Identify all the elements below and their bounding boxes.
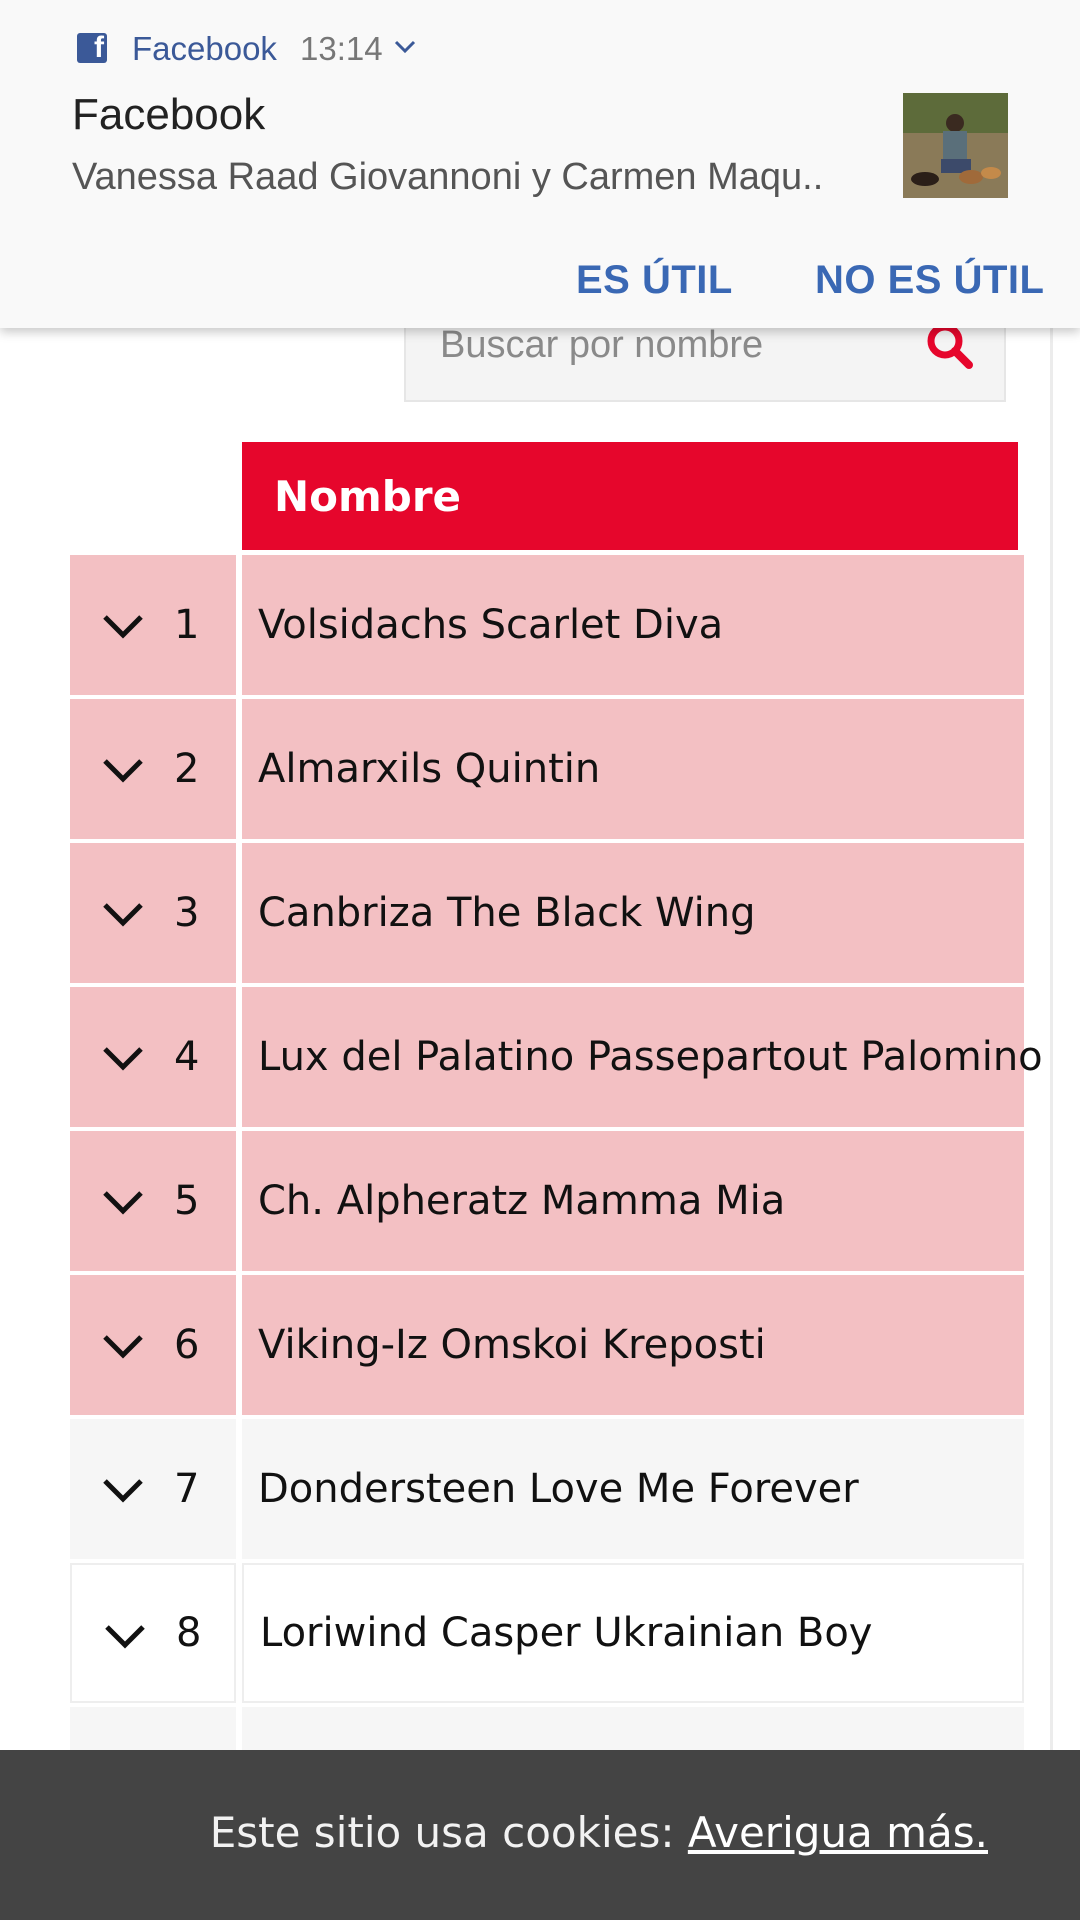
- row-number: 4: [174, 1034, 200, 1080]
- row-name: Viking-Iz Omskoi Kreposti: [242, 1275, 1024, 1415]
- row-number: 1: [174, 602, 200, 648]
- chevron-down-icon[interactable]: [100, 893, 146, 933]
- row-number: 5: [174, 1178, 200, 1224]
- table-row[interactable]: 6 Viking-Iz Omskoi Kreposti: [70, 1275, 1024, 1415]
- row-number-cell: 4: [70, 987, 236, 1127]
- row-number-cell: 8: [70, 1563, 236, 1703]
- table-row[interactable]: 4 Lux del Palatino Passepartout Palomino: [70, 987, 1043, 1127]
- chevron-down-icon[interactable]: [100, 1181, 146, 1221]
- row-number-cell: 5: [70, 1131, 236, 1271]
- row-name: Loriwind Casper Ukrainian Boy: [242, 1563, 1024, 1703]
- cookie-message: Este sitio usa cookies: Averigua más.: [210, 1808, 988, 1857]
- facebook-icon: f: [77, 31, 107, 64]
- notification-body: Vanessa Raad Giovannoni y Carmen Maqu..: [72, 156, 824, 198]
- notification-app-name: Facebook: [132, 30, 277, 67]
- row-name: Dondersteen Love Me Forever: [242, 1419, 1024, 1559]
- table-header-label: Nombre: [274, 471, 462, 521]
- table-row[interactable]: 7 Dondersteen Love Me Forever: [70, 1419, 1024, 1559]
- table-row[interactable]: 2 Almarxils Quintin: [70, 699, 1024, 839]
- row-number-cell: 3: [70, 843, 236, 983]
- row-name: Lux del Palatino Passepartout Palomino: [242, 987, 1043, 1127]
- facebook-notification[interactable]: f Facebook 13:14 Facebook Vanessa Raad G…: [0, 0, 1080, 328]
- table-row[interactable]: 1 Volsidachs Scarlet Diva: [70, 555, 1024, 695]
- notification-time: 13:14: [300, 30, 383, 67]
- table-row[interactable]: 3 Canbriza The Black Wing: [70, 843, 1024, 983]
- notification-title: Facebook: [72, 90, 266, 139]
- row-number: 2: [174, 746, 200, 792]
- chevron-down-icon[interactable]: [100, 1037, 146, 1077]
- row-number-cell: 1: [70, 555, 236, 695]
- not-useful-button[interactable]: NO ES ÚTIL: [815, 258, 1044, 303]
- useful-button[interactable]: ES ÚTIL: [576, 258, 733, 303]
- row-name: Ch. Alpheratz Mamma Mia: [242, 1131, 1024, 1271]
- page-divider: [1050, 320, 1053, 1760]
- row-number: 6: [174, 1322, 200, 1368]
- cookie-text: Este sitio usa cookies:: [209, 1808, 675, 1857]
- row-number: 7: [174, 1466, 200, 1512]
- chevron-down-icon[interactable]: [100, 1325, 146, 1365]
- row-name: Volsidachs Scarlet Diva: [242, 555, 1024, 695]
- cookie-learn-more-link[interactable]: Averigua más.: [688, 1808, 988, 1857]
- row-name: Almarxils Quintin: [242, 699, 1024, 839]
- chevron-down-icon[interactable]: [102, 1615, 148, 1655]
- chevron-down-icon[interactable]: [100, 749, 146, 789]
- row-name: Canbriza The Black Wing: [242, 843, 1024, 983]
- table-row[interactable]: 5 Ch. Alpheratz Mamma Mia: [70, 1131, 1024, 1271]
- row-number-cell: 7: [70, 1419, 236, 1559]
- row-number-cell: 6: [70, 1275, 236, 1415]
- chevron-down-icon[interactable]: [100, 1469, 146, 1509]
- table-row[interactable]: 8 Loriwind Casper Ukrainian Boy: [70, 1563, 1024, 1703]
- notification-thumbnail: [903, 93, 1008, 198]
- cookie-banner: Este sitio usa cookies: Averigua más.: [0, 1750, 1080, 1920]
- chevron-down-icon[interactable]: [393, 38, 417, 56]
- row-number-cell: 2: [70, 699, 236, 839]
- row-number: 8: [176, 1610, 202, 1656]
- row-number: 3: [174, 890, 200, 936]
- chevron-down-icon[interactable]: [100, 605, 146, 645]
- table-header-nombre[interactable]: Nombre: [242, 442, 1018, 550]
